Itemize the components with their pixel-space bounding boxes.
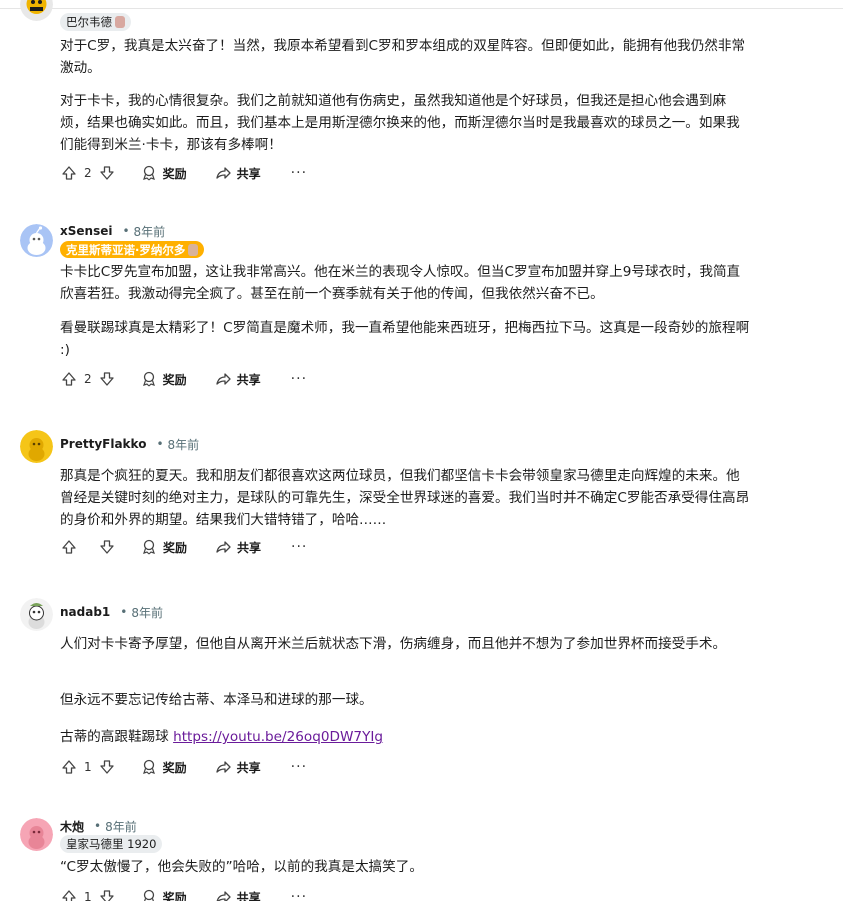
- share-button[interactable]: 共享: [214, 758, 261, 776]
- upvote-icon[interactable]: [60, 758, 78, 776]
- comment-paragraph: 对于卡卡，我的心情很复杂。我们之前就知道他有伤病史，虽然我知道他是个好球员，但我…: [60, 93, 740, 153]
- award-icon: [140, 164, 158, 182]
- more-options-icon[interactable]: ···: [291, 165, 307, 181]
- separator-dot: •: [156, 437, 164, 451]
- comment-paragraph: 看曼联踢球真是太精彩了！C罗简直是魔术师，我一直希望他能来西班牙，把梅西拉下马。…: [60, 320, 750, 358]
- vote-count: 1: [84, 760, 92, 774]
- share-button[interactable]: 共享: [214, 370, 261, 388]
- share-label: 共享: [236, 166, 261, 181]
- comment-actions: 2 奖励 共享 ···: [60, 369, 307, 389]
- comment-actions: 奖励 共享 ···: [60, 537, 307, 557]
- comment-paragraph: 但永远不要忘记传给古蒂、本泽马和进球的那一球。: [60, 692, 373, 708]
- award-icon: [140, 758, 158, 776]
- vote-count: 2: [84, 372, 92, 386]
- separator-dot: •: [94, 819, 102, 833]
- comment-time: 8年前: [167, 437, 200, 452]
- separator-dot: •: [122, 224, 130, 238]
- award-label: 奖励: [163, 540, 188, 555]
- award-icon: [140, 888, 158, 901]
- downvote-icon[interactable]: [98, 370, 116, 388]
- user-flair: 克里斯蒂亚诺·罗纳尔多: [60, 241, 205, 258]
- award-button[interactable]: 奖励: [140, 370, 187, 388]
- user-flair: 皇家马德里 1920: [60, 835, 163, 853]
- award-label: 奖励: [162, 372, 187, 387]
- award-button[interactable]: 奖励: [140, 538, 187, 556]
- comment-actions: 2 奖励 共享 ···: [60, 163, 307, 183]
- share-icon: [214, 538, 232, 556]
- share-label: 共享: [236, 760, 261, 775]
- comment-meta: nadab1 • 8年前: [60, 603, 163, 621]
- more-options-icon[interactable]: ···: [291, 759, 307, 775]
- more-options-icon[interactable]: ···: [291, 371, 307, 387]
- flair-emoji-icon: [115, 16, 125, 28]
- award-label: 奖励: [162, 890, 187, 901]
- user-flair: 巴尔韦德: [60, 13, 131, 31]
- award-button[interactable]: 奖励: [140, 164, 187, 182]
- upvote-icon[interactable]: [60, 538, 78, 556]
- share-button[interactable]: 共享: [214, 538, 261, 556]
- author-name[interactable]: 木炮: [60, 818, 84, 835]
- youtube-link[interactable]: https://youtu.be/26oq0DW7YIg: [173, 729, 383, 745]
- top-divider: [0, 8, 843, 9]
- comment-paragraph: 对于C罗，我真是太兴奋了！当然，我原本希望看到C罗和罗本组成的双星阵容。但即便如…: [60, 38, 746, 76]
- share-icon: [214, 758, 232, 776]
- vote-count: 1: [84, 890, 92, 901]
- avatar[interactable]: [20, 0, 53, 21]
- share-icon: [214, 370, 232, 388]
- comment-meta: xSensei • 8年前: [60, 222, 165, 240]
- upvote-icon[interactable]: [60, 370, 78, 388]
- comment-meta: PrettyFlakko • 8年前: [60, 435, 199, 453]
- author-name[interactable]: PrettyFlakko: [60, 437, 146, 451]
- more-options-icon[interactable]: ···: [291, 889, 307, 901]
- more-options-icon[interactable]: ···: [291, 539, 307, 555]
- avatar[interactable]: [20, 224, 53, 257]
- author-name[interactable]: xSensei: [60, 224, 112, 238]
- upvote-icon[interactable]: [60, 888, 78, 901]
- comment-actions: 1 奖励 共享 ···: [60, 757, 307, 777]
- award-label: 奖励: [162, 166, 187, 181]
- downvote-icon[interactable]: [98, 888, 116, 901]
- vote-count: 2: [84, 166, 92, 180]
- downvote-icon[interactable]: [98, 164, 116, 182]
- award-button[interactable]: 奖励: [140, 758, 187, 776]
- avatar[interactable]: [20, 818, 53, 851]
- comment-paragraph: 人们对卡卡寄予厚望，但他自从离开米兰后就状态下滑，伤病缠身，而且他并不想为了参加…: [60, 636, 727, 652]
- comment-paragraph: 古蒂的高跟鞋踢球 https://youtu.be/26oq0DW7YIg: [60, 726, 750, 748]
- award-icon: [140, 370, 158, 388]
- share-label: 共享: [236, 372, 261, 387]
- comment-meta: 木炮 • 8年前: [60, 817, 137, 835]
- share-label: 共享: [237, 540, 262, 555]
- share-button[interactable]: 共享: [214, 164, 261, 182]
- comment-time: 8年前: [133, 224, 166, 239]
- award-button[interactable]: 奖励: [140, 888, 187, 901]
- comment-paragraph: “C罗太傲慢了，他会失败的”哈哈，以前的我真是太搞笑了。: [60, 859, 423, 875]
- comment-time: 8年前: [131, 605, 163, 620]
- share-button[interactable]: 共享: [214, 888, 261, 901]
- share-icon: [214, 164, 232, 182]
- downvote-icon[interactable]: [98, 758, 116, 776]
- flair-emoji-icon: [188, 243, 199, 256]
- separator-dot: •: [120, 605, 128, 619]
- comment-paragraph: 那真是个疯狂的夏天。我和朋友们都很喜欢这两位球员，但我们都坚信卡卡会带领皇家马德…: [60, 468, 750, 528]
- comment-paragraph: 卡卡比C罗先宣布加盟，这让我非常高兴。他在米兰的表现令人惊叹。但当C罗宣布加盟并…: [60, 264, 741, 302]
- author-name[interactable]: nadab1: [60, 605, 110, 619]
- share-icon: [214, 888, 232, 901]
- flair-label: 克里斯蒂亚诺·罗纳尔多: [66, 242, 186, 257]
- award-icon: [140, 538, 158, 556]
- downvote-icon[interactable]: [98, 538, 116, 556]
- flair-label: 巴尔韦德: [66, 15, 112, 29]
- comment-actions: 1 奖励 共享 ···: [60, 887, 307, 901]
- avatar[interactable]: [20, 430, 53, 463]
- avatar[interactable]: [20, 598, 53, 631]
- comment-time: 8年前: [105, 819, 137, 834]
- flair-label: 皇家马德里 1920: [66, 837, 157, 851]
- upvote-icon[interactable]: [60, 164, 78, 182]
- award-label: 奖励: [162, 760, 187, 775]
- comment-text: 古蒂的高跟鞋踢球: [60, 729, 169, 745]
- share-label: 共享: [236, 890, 261, 901]
